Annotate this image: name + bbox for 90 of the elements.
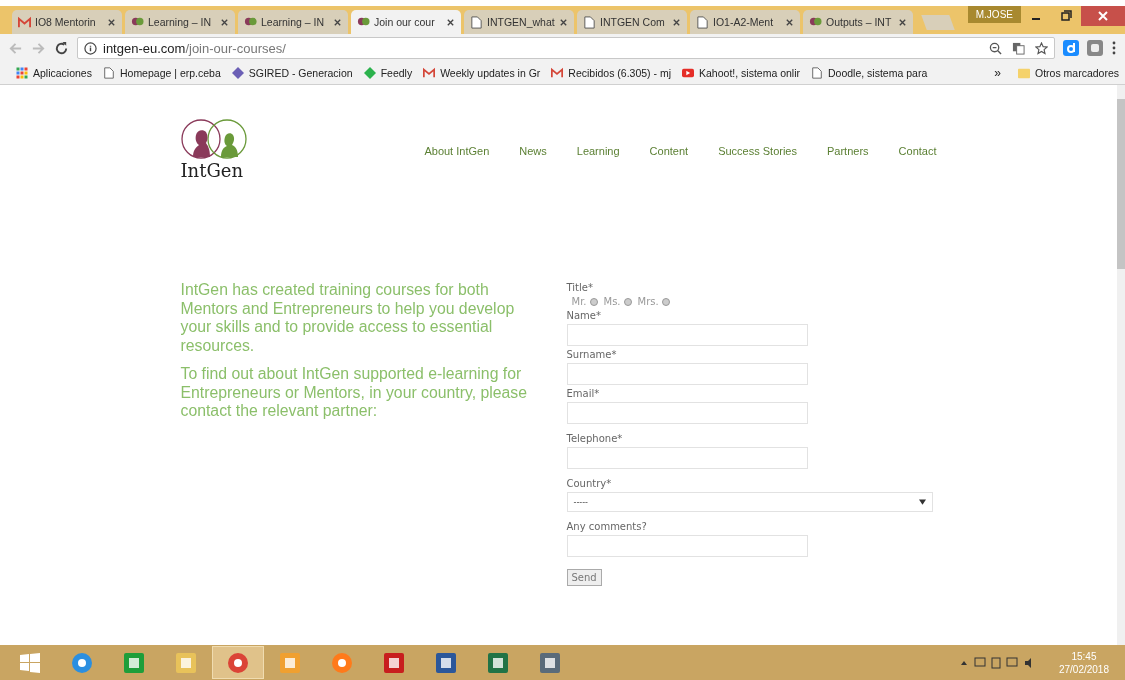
field-label: Telephone* xyxy=(566,433,624,444)
nav-link[interactable]: Partners xyxy=(827,145,869,157)
diamond-icon xyxy=(231,67,244,79)
bookmark-link[interactable]: SGIRED - Generacion xyxy=(231,67,353,79)
browser-tab[interactable]: Join our cour xyxy=(351,10,461,34)
close-icon[interactable] xyxy=(107,17,116,27)
address-bar[interactable]: intgen-eu.com/join-our-courses/ xyxy=(77,37,1055,59)
more-bookmarks-button[interactable]: » xyxy=(994,66,1001,80)
browser-tab[interactable]: Learning – IN xyxy=(125,10,235,34)
close-icon[interactable] xyxy=(333,17,342,27)
windows-icon xyxy=(18,650,42,675)
radio-button[interactable] xyxy=(623,297,632,306)
clock-time: 15:45 xyxy=(1071,649,1097,663)
star-icon[interactable] xyxy=(1035,41,1048,55)
play-icon xyxy=(682,67,695,79)
page-icon xyxy=(811,67,823,79)
page-icon xyxy=(696,15,709,29)
dropdown-field[interactable]: ----- xyxy=(566,492,933,512)
bookmark-link[interactable]: Homepage | erp.ceba xyxy=(102,67,221,79)
browser-tab[interactable]: IO8 Mentorin xyxy=(12,10,122,34)
page-icon xyxy=(583,15,596,29)
app-icon xyxy=(174,650,198,675)
field-label: Name* xyxy=(566,310,602,321)
menu-icon[interactable] xyxy=(1111,40,1117,56)
extension-icon[interactable] xyxy=(1087,40,1103,56)
folder-icon xyxy=(1017,67,1030,79)
bookmark-link[interactable]: Recibidos (6.305) - mj xyxy=(551,67,672,79)
app-icon xyxy=(278,650,302,675)
input-field[interactable] xyxy=(566,324,808,346)
close-icon[interactable] xyxy=(785,17,794,27)
logo-text[interactable]: IntGen xyxy=(180,161,244,181)
mail-icon xyxy=(423,67,436,79)
logo-drawing xyxy=(180,117,249,161)
app-icon xyxy=(538,650,562,675)
close-icon[interactable] xyxy=(446,17,455,27)
close-icon[interactable] xyxy=(220,17,229,27)
app-icon xyxy=(382,650,406,675)
browser-tab[interactable]: IO1-A2-Ment xyxy=(690,10,800,34)
bookmark-link[interactable]: Feedly xyxy=(363,67,413,79)
app-icon xyxy=(122,650,146,675)
page-icon xyxy=(102,67,115,79)
nav-link[interactable]: News xyxy=(519,145,547,157)
apps-grid-icon xyxy=(16,67,28,79)
zoom-out-icon[interactable] xyxy=(989,41,1002,55)
field-label: Any comments? xyxy=(566,521,648,532)
mail-icon xyxy=(551,67,564,79)
browser-tab[interactable]: INTGEN_what xyxy=(464,10,574,34)
close-icon[interactable] xyxy=(1081,6,1125,26)
input-field[interactable] xyxy=(566,447,808,469)
radio-button[interactable] xyxy=(589,297,598,306)
app-icon xyxy=(434,650,458,675)
bookmark-folder[interactable]: Otros marcadores xyxy=(1017,67,1119,79)
caret-icon xyxy=(918,499,926,505)
field-label: Country* xyxy=(566,478,613,489)
intro-paragraph: To find out about IntGen supported e-learning for Entrepreneurs or Mentors, in your country, please contact the relevant partner: xyxy=(180,365,529,421)
browser-tab[interactable]: INTGEN Com xyxy=(577,10,687,34)
close-icon[interactable] xyxy=(898,17,907,27)
nav-link[interactable]: Content xyxy=(649,145,689,157)
nav-link[interactable]: Contact xyxy=(898,145,937,157)
scrollbar[interactable] xyxy=(1117,85,1125,645)
send-button[interactable]: Send xyxy=(566,569,602,586)
browser-tab[interactable]: Learning – IN xyxy=(238,10,348,34)
bookmark-link[interactable]: Kahoot!, sistema onlir xyxy=(682,67,800,79)
close-icon[interactable] xyxy=(559,17,568,27)
field-label: Surname* xyxy=(566,349,618,360)
mail-icon xyxy=(18,15,31,29)
info-icon[interactable] xyxy=(84,41,97,55)
field-label: Email* xyxy=(566,388,601,399)
clock-date: 27/02/2018 xyxy=(1058,662,1109,676)
nav-link[interactable]: About IntGen xyxy=(424,145,490,157)
taskbar-app-button[interactable] xyxy=(212,646,264,679)
bookmark-link[interactable]: Aplicaciones xyxy=(16,67,92,79)
browser-tab[interactable]: Outputs – INT xyxy=(803,10,913,34)
reload-icon[interactable] xyxy=(54,40,69,56)
input-field[interactable] xyxy=(566,363,808,385)
input-field[interactable] xyxy=(566,402,808,424)
input-field[interactable] xyxy=(566,535,808,557)
app-icon xyxy=(486,650,510,675)
intro-paragraph: IntGen has created training courses for both Mentors and Entrepreneurs to help you develop your skills and to provide access to essential resources. xyxy=(180,281,516,355)
url-text: intgen-eu.com/join-our-courses/ xyxy=(103,40,286,56)
field-label: Title* xyxy=(566,282,594,293)
radio-button[interactable] xyxy=(661,297,670,306)
bookmark-link[interactable]: Doodle, sistema para xyxy=(811,67,928,79)
nav-link[interactable]: Success Stories xyxy=(718,145,797,157)
translate-icon[interactable] xyxy=(1012,41,1025,55)
nav-link[interactable]: Learning xyxy=(576,145,620,157)
close-icon[interactable] xyxy=(672,17,681,27)
bookmark-link[interactable]: Weekly updates in Gr xyxy=(423,67,541,79)
page-icon xyxy=(470,15,483,29)
extension-icon[interactable] xyxy=(1063,40,1079,56)
